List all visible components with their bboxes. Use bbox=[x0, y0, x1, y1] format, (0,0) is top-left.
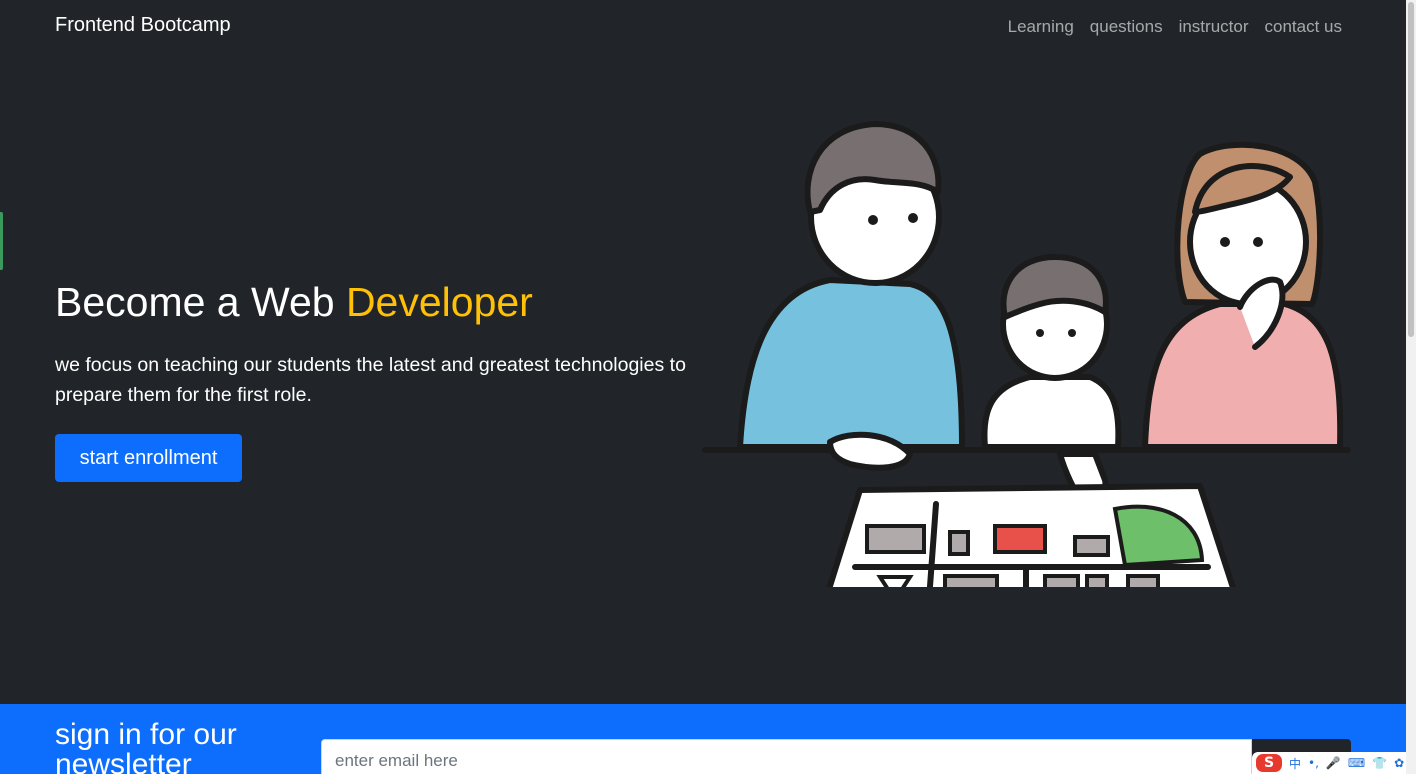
ime-logo-icon[interactable]: S bbox=[1256, 754, 1282, 772]
ime-microphone-icon[interactable]: 🎤 bbox=[1326, 756, 1341, 770]
scrollbar-thumb[interactable] bbox=[1408, 2, 1414, 337]
hero-title-accent: Developer bbox=[345, 279, 533, 325]
ime-language-icon[interactable]: 中 bbox=[1289, 755, 1301, 772]
ime-settings-icon[interactable]: ✿ bbox=[1394, 756, 1404, 770]
newsletter-section: sign in for our newsletter submit bbox=[0, 704, 1406, 774]
ime-toolbar: S 中 •, 🎤 ⌨ 👕 ✿ bbox=[1252, 752, 1406, 774]
hero-title: Become a Web Developer bbox=[55, 279, 533, 326]
family-learning-illustration bbox=[702, 121, 1351, 587]
ime-skin-icon[interactable]: 👕 bbox=[1372, 756, 1387, 770]
vertical-scrollbar[interactable] bbox=[1406, 0, 1416, 774]
email-input[interactable] bbox=[321, 739, 1252, 774]
nav-link-learning[interactable]: Learning bbox=[1008, 17, 1074, 37]
ime-punctuation-icon[interactable]: •, bbox=[1308, 756, 1319, 770]
ime-keyboard-icon[interactable]: ⌨ bbox=[1348, 756, 1365, 770]
brand-logo[interactable]: Frontend Bootcamp bbox=[55, 14, 231, 37]
nav-link-contact[interactable]: contact us bbox=[1265, 17, 1343, 37]
hero-title-prefix: Become a Web bbox=[55, 279, 346, 325]
start-enrollment-button[interactable]: start enrollment bbox=[55, 434, 242, 482]
nav-link-instructor[interactable]: instructor bbox=[1179, 17, 1249, 37]
navbar: Frontend Bootcamp Learning questions ins… bbox=[0, 0, 1406, 56]
nav-link-questions[interactable]: questions bbox=[1090, 17, 1163, 37]
hero-text: we focus on teaching our students the la… bbox=[55, 354, 686, 406]
newsletter-title: sign in for our newsletter bbox=[55, 718, 237, 774]
nav-links: Learning questions instructor contact us bbox=[1008, 17, 1342, 37]
